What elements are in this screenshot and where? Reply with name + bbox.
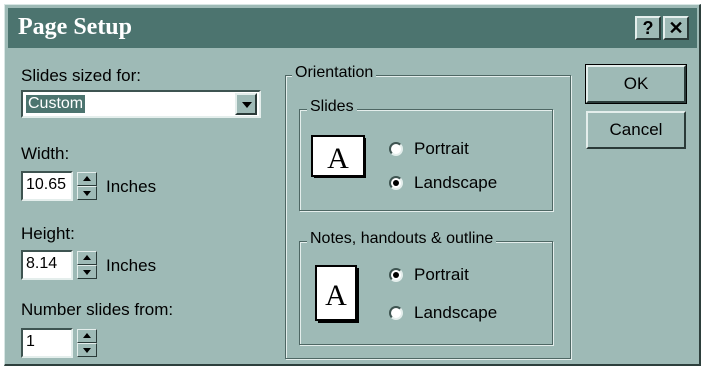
notes-orientation-label: Notes, handouts & outline (307, 230, 497, 248)
cancel-button[interactable]: Cancel (586, 111, 686, 149)
ok-button[interactable]: OK (585, 64, 687, 104)
width-spinner[interactable] (77, 172, 97, 200)
width-field[interactable]: 10.65 (21, 171, 73, 201)
number-slides-from-field[interactable]: 1 (21, 328, 73, 358)
arrow-down-icon (83, 270, 91, 275)
height-spinner[interactable] (77, 251, 97, 279)
chevron-down-icon (242, 102, 252, 108)
slides-sized-for-dropdown[interactable]: Custom (21, 90, 261, 118)
notes-landscape-radio[interactable] (389, 306, 403, 320)
height-label: Height: (21, 224, 75, 243)
window-title: Page Setup (18, 14, 132, 40)
arrow-up-icon (83, 255, 91, 260)
arrow-up-icon (83, 333, 91, 338)
height-down-button[interactable] (77, 265, 97, 279)
slides-sized-for-value: Custom (26, 95, 86, 113)
height-unit: Inches (106, 256, 157, 275)
svg-text:A: A (327, 142, 349, 175)
slides-landscape-label[interactable]: Landscape (414, 173, 497, 193)
dropdown-arrow-button[interactable] (235, 93, 257, 115)
close-button[interactable]: ✕ (663, 16, 689, 40)
radio-selected-dot (393, 180, 399, 186)
arrow-down-icon (83, 348, 91, 353)
notes-landscape-label[interactable]: Landscape (414, 303, 497, 323)
arrow-up-icon (83, 176, 91, 181)
portrait-page-icon: A (315, 265, 359, 323)
radio-selected-dot (393, 272, 399, 278)
slides-portrait-radio[interactable] (389, 142, 403, 156)
orientation-label: Orientation (292, 64, 377, 82)
slides-sized-for-label: Slides sized for: (21, 66, 141, 85)
height-value: 8.14 (26, 255, 58, 272)
page-setup-dialog: Page Setup ? ✕ Slides sized for: Custom … (4, 4, 701, 366)
title-bar: Page Setup ? ✕ (8, 8, 697, 48)
landscape-page-icon: A (311, 135, 366, 178)
width-unit: Inches (106, 177, 157, 196)
number-slides-from-value: 1 (26, 333, 35, 350)
width-down-button[interactable] (77, 186, 97, 200)
notes-portrait-label[interactable]: Portrait (414, 265, 469, 285)
height-up-button[interactable] (77, 251, 97, 265)
number-slides-from-label: Number slides from: (21, 300, 174, 319)
height-field[interactable]: 8.14 (21, 250, 73, 280)
width-label: Width: (21, 144, 70, 163)
number-up-button[interactable] (77, 329, 97, 343)
arrow-down-icon (83, 191, 91, 196)
notes-portrait-radio[interactable] (389, 268, 403, 282)
width-value: 10.65 (26, 176, 67, 193)
slides-portrait-label[interactable]: Portrait (414, 139, 469, 159)
slides-landscape-radio[interactable] (389, 176, 403, 190)
slides-orientation-label: Slides (307, 98, 357, 116)
svg-text:A: A (325, 279, 347, 312)
number-slides-spinner[interactable] (77, 329, 97, 357)
help-button[interactable]: ? (635, 16, 661, 40)
number-down-button[interactable] (77, 343, 97, 357)
width-up-button[interactable] (77, 172, 97, 186)
